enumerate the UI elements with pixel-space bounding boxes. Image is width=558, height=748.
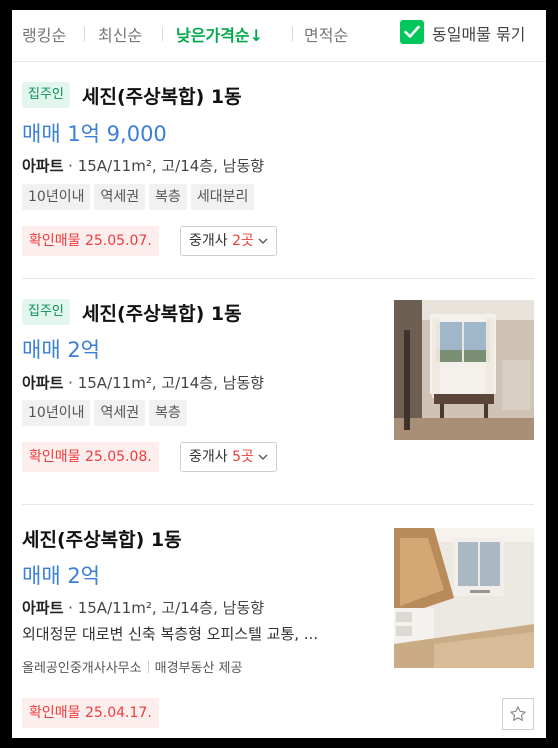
spec-detail: 15A/11m², 고/14층, 남동향	[77, 374, 265, 392]
favorite-button[interactable]	[502, 698, 534, 730]
sort-ranking[interactable]: 랭킹순	[22, 22, 66, 46]
tag: 10년이내	[22, 184, 91, 210]
property-type: 아파트	[22, 157, 64, 175]
listing-price: 매매 1억 9,000	[22, 122, 167, 146]
tag-list: 10년이내 역세권 복층 세대분리	[22, 184, 255, 210]
tag: 역세권	[94, 400, 146, 426]
tag: 복층	[149, 184, 187, 210]
tag: 복층	[149, 400, 187, 426]
listing-photo[interactable]	[394, 300, 534, 440]
agent-count: 2곳	[232, 233, 254, 249]
agent-label: 중개사	[189, 233, 233, 249]
listing-title[interactable]: 세진(주상복합) 1동	[22, 525, 182, 552]
star-icon	[510, 706, 526, 721]
broker-divider	[147, 661, 149, 673]
chevron-down-icon	[258, 454, 268, 460]
broker-name[interactable]: 올레공인중개사사무소	[22, 661, 142, 676]
listing-title[interactable]: 세진(주상복합) 1동	[82, 82, 242, 109]
listing-card[interactable]: 세진(주상복합) 1동 매매 2억 아파트 · 15A/11m², 고/14층,…	[12, 505, 546, 738]
agent-label: 중개사	[189, 449, 233, 465]
room-photo-image	[394, 300, 534, 440]
owner-badge: 집주인	[22, 82, 70, 108]
confirmed-listing-date: 확인매물 25.05.08.	[22, 442, 159, 472]
sort-low-price[interactable]: 낮은가격순↓	[176, 22, 263, 46]
listing-description: 외대정문 대로변 신축 복층형 오피스텔 교통, ...	[22, 625, 319, 643]
tag: 역세권	[94, 184, 146, 210]
tag-list: 10년이내 역세권 복층	[22, 400, 187, 426]
confirmed-listing-date: 확인매물 25.04.17.	[22, 698, 159, 728]
same-listing-label[interactable]: 동일매물 묶기	[432, 21, 525, 45]
owner-badge: 집주인	[22, 299, 70, 325]
listing-card[interactable]: 집주인 세진(주상복합) 1동 매매 1억 9,000 아파트 · 15A/11…	[12, 62, 546, 278]
same-listing-checkbox[interactable]	[400, 20, 424, 44]
listing-price: 매매 2억	[22, 338, 100, 362]
sort-divider	[84, 27, 85, 41]
broker-info: 올레공인중개사사무소 매경부동산 제공	[22, 657, 242, 676]
chevron-down-icon	[258, 238, 268, 244]
listing-title[interactable]: 세진(주상복합) 1동	[82, 299, 242, 326]
listing-spec: 아파트 · 15A/11m², 고/14층, 남동향	[22, 157, 265, 175]
sort-bar: 랭킹순 최신순 낮은가격순↓ 면적순 동일매물 묶기	[12, 10, 546, 62]
listing-spec: 아파트 · 15A/11m², 고/14층, 남동향	[22, 374, 265, 392]
sort-area[interactable]: 면적순	[304, 22, 348, 46]
property-type: 아파트	[22, 374, 64, 392]
spec-detail: 15A/11m², 고/14층, 남동향	[77, 599, 265, 617]
sort-newest[interactable]: 최신순	[98, 22, 142, 46]
listing-panel: 랭킹순 최신순 낮은가격순↓ 면적순 동일매물 묶기 집주인 세진(주상복합) …	[12, 10, 546, 738]
confirmed-listing-date: 확인매물 25.05.07.	[22, 226, 159, 256]
data-provider: 매경부동산 제공	[154, 661, 243, 676]
tag: 10년이내	[22, 400, 91, 426]
listing-card[interactable]: 집주인 세진(주상복합) 1동 매매 2억 아파트 · 15A/11m², 고/…	[12, 279, 546, 504]
property-type: 아파트	[22, 599, 64, 617]
room-photo-image	[394, 528, 534, 668]
sort-divider	[162, 27, 163, 41]
agent-count-button[interactable]: 중개사 5곳	[180, 442, 277, 472]
listing-spec: 아파트 · 15A/11m², 고/14층, 남동향	[22, 599, 265, 617]
check-icon	[404, 25, 420, 38]
spec-detail: 15A/11m², 고/14층, 남동향	[77, 157, 265, 175]
tag: 세대분리	[190, 184, 255, 210]
agent-count: 5곳	[232, 449, 254, 465]
agent-count-button[interactable]: 중개사 2곳	[180, 226, 277, 256]
sort-divider	[292, 27, 293, 41]
listing-price: 매매 2억	[22, 564, 100, 588]
listing-photo[interactable]	[394, 528, 534, 668]
